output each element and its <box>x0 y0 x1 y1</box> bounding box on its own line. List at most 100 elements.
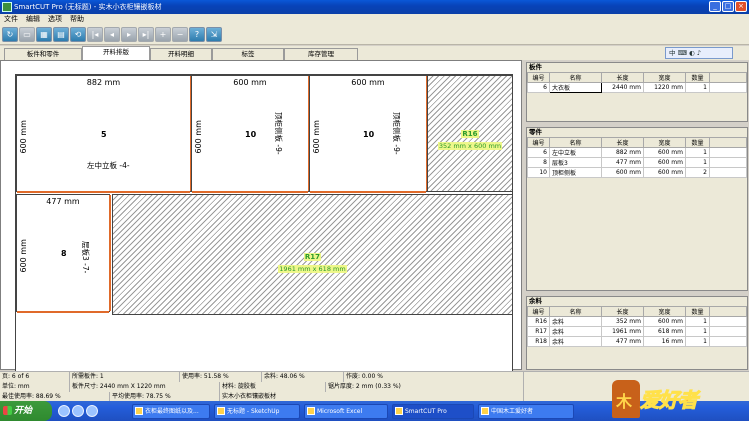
taskbar-item[interactable]: 衣柜最终图纸以及... <box>132 404 210 419</box>
taskbar-item[interactable]: 中国木工爱好者 <box>478 404 574 419</box>
toolbar: ↻ ▭ ▦ ▤ ⟲ |◂ ◂ ▸ ▸| + − ? ⇲ <box>0 25 749 45</box>
table-row[interactable]: R18 余料 477 mm 16 mm 1 <box>527 336 747 347</box>
part-width: 477 mm <box>46 197 80 206</box>
maximize-button[interactable]: □ <box>722 1 734 12</box>
table-row[interactable]: R17 余料 1961 mm 618 mm 1 <box>527 326 747 337</box>
col-header[interactable]: 宽度 <box>643 137 686 148</box>
boards-panel: 板件 编号 名称 长度 宽度 数量 6 大衣板 2440 mm 1220 mm … <box>526 62 748 122</box>
parts-panel: 零件 编号 名称 长度 宽度 数量 6 左中立板 882 mm 600 mm 1… <box>526 127 748 291</box>
menu-help[interactable]: 帮助 <box>70 14 84 25</box>
window-controls: _ □ × <box>709 1 747 12</box>
part-height: 600 mm <box>19 120 28 154</box>
part-name: 顶柜侧板 -9- <box>274 112 283 155</box>
add-icon[interactable]: + <box>155 27 171 42</box>
tab-labels[interactable]: 标签 <box>212 48 284 60</box>
undo-icon[interactable]: ⟲ <box>70 27 86 42</box>
status-usage: 使用率: 51.58 % <box>180 372 262 382</box>
col-header[interactable]: 编号 <box>527 137 550 148</box>
col-header[interactable]: 名称 <box>549 72 602 83</box>
status-blade: 锯片厚度: 2 mm (0.33 %) <box>326 382 524 392</box>
table-row[interactable]: 8 层板3 477 mm 600 mm 1 <box>527 157 747 168</box>
tab-strip: 板件和零件 开料排版 开料明细 标签 库存管理 中 ⌨ ◐ ♪ <box>0 46 749 60</box>
site-logo: 木 爱好者 <box>612 380 748 421</box>
layout-canvas[interactable]: 882 mm 600 mm 5 左中立板 -4- 600 mm 600 mm 1… <box>0 60 522 376</box>
new-icon[interactable]: ↻ <box>2 27 18 42</box>
col-header[interactable]: 名称 <box>549 306 602 317</box>
tab-inventory[interactable]: 库存管理 <box>284 48 358 60</box>
board-sheet: 882 mm 600 mm 5 左中立板 -4- 600 mm 600 mm 1… <box>15 74 513 376</box>
remnant-label: R17 <box>303 253 322 261</box>
language-bar[interactable]: 中 ⌨ ◐ ♪ <box>665 47 733 59</box>
tab-layout[interactable]: 开料排版 <box>82 46 150 60</box>
remnant-area[interactable]: R17 1961 mm x 618 mm <box>112 194 513 315</box>
status-page: 页: 6 of 6 <box>0 372 70 382</box>
table-row[interactable]: 6 左中立板 882 mm 600 mm 1 <box>527 147 747 158</box>
print-icon[interactable]: ▤ <box>53 27 69 42</box>
col-header[interactable]: 宽度 <box>643 72 686 83</box>
status-material: 材料: 旋胶板 <box>220 382 326 392</box>
windows-flag-icon <box>3 406 12 415</box>
exit-icon[interactable]: ⇲ <box>206 27 222 42</box>
part-piece[interactable]: 600 mm 600 mm 10 顶柜侧板 -9- <box>191 75 310 193</box>
part-height: 600 mm <box>312 120 321 154</box>
part-number: 10 <box>363 130 375 139</box>
first-icon[interactable]: |◂ <box>87 27 103 42</box>
part-name: 顶柜侧板 -9- <box>392 112 401 155</box>
browser-icon[interactable] <box>58 405 70 417</box>
col-header[interactable]: 数量 <box>685 72 710 83</box>
table-row[interactable]: 10 顶柜侧板 600 mm 600 mm 2 <box>527 167 747 178</box>
col-header[interactable]: 长度 <box>601 72 644 83</box>
close-button[interactable]: × <box>735 1 747 12</box>
part-piece[interactable]: 600 mm 600 mm 10 顶柜侧板 -9- <box>309 75 428 193</box>
start-label: 开始 <box>14 406 33 416</box>
part-name: 层板3 -7- <box>81 241 90 274</box>
tab-boards-parts[interactable]: 板件和零件 <box>4 48 82 60</box>
col-header[interactable]: 编号 <box>527 72 550 83</box>
menu-edit[interactable]: 编辑 <box>26 14 40 25</box>
help-icon[interactable]: ? <box>189 27 205 42</box>
table-row[interactable]: R16 余料 352 mm 600 mm 1 <box>527 316 747 327</box>
open-icon[interactable]: ▭ <box>19 27 35 42</box>
col-header[interactable]: 名称 <box>549 137 602 148</box>
app-icon[interactable] <box>2 2 12 12</box>
prev-icon[interactable]: ◂ <box>104 27 120 42</box>
col-header[interactable]: 长度 <box>601 137 644 148</box>
status-board-size: 板件尺寸: 2440 mm X 1220 mm <box>70 382 220 392</box>
remnant-label: R16 <box>461 130 479 138</box>
save-icon[interactable]: ▦ <box>36 27 52 42</box>
taskbar-item[interactable]: 无标题 - SketchUp <box>214 404 300 419</box>
title-bar: SmartCUT Pro (无标题) - 实木小衣柜镶嵌板材 _ □ × <box>0 0 749 14</box>
table-row[interactable]: 6 大衣板 2440 mm 1220 mm 1 <box>527 82 747 93</box>
col-header[interactable]: 长度 <box>601 306 644 317</box>
remnant-area[interactable]: R16 352 mm x 600 mm <box>427 75 513 192</box>
taskbar-item[interactable]: Microsoft Excel <box>304 404 388 419</box>
col-header[interactable]: 数量 <box>685 306 710 317</box>
remnants-panel: 余料 编号 名称 长度 宽度 数量 R16 余料 352 mm 600 mm 1… <box>526 296 748 370</box>
col-header[interactable]: 编号 <box>527 306 550 317</box>
mascot-icon: 木 <box>612 380 640 418</box>
col-header[interactable]: 宽度 <box>643 306 686 317</box>
part-piece[interactable]: 882 mm 600 mm 5 左中立板 -4- <box>16 75 192 193</box>
status-remnant: 余料: 48.06 % <box>262 372 344 382</box>
remnants-panel-title: 余料 <box>527 297 747 306</box>
taskbar-item[interactable]: SmartCUT Pro <box>392 404 474 419</box>
tab-cut-details[interactable]: 开料明细 <box>150 48 212 60</box>
remove-icon[interactable]: − <box>172 27 188 42</box>
next-icon[interactable]: ▸ <box>121 27 137 42</box>
status-scrap: 作废: 0.00 % <box>344 372 524 382</box>
parts-panel-title: 零件 <box>527 128 747 137</box>
part-piece[interactable]: 477 mm 600 mm 8 层板3 -7- <box>16 194 111 313</box>
menu-options[interactable]: 选项 <box>48 14 62 25</box>
remnant-size: 1961 mm x 618 mm <box>278 265 347 273</box>
status-unit: 单位: mm <box>0 382 70 392</box>
menu-file[interactable]: 文件 <box>4 14 18 25</box>
desktop-icon[interactable] <box>86 405 98 417</box>
start-button[interactable]: 开始 <box>0 401 52 421</box>
parts-table: 编号 名称 长度 宽度 数量 6 左中立板 882 mm 600 mm 1 8 … <box>527 137 747 178</box>
col-header[interactable]: 数量 <box>685 137 710 148</box>
part-name: 左中立板 -4- <box>87 161 130 170</box>
last-icon[interactable]: ▸| <box>138 27 154 42</box>
menu-bar: 文件 编辑 选项 帮助 <box>0 14 749 25</box>
app-shortcut-icon[interactable] <box>72 405 84 417</box>
minimize-button[interactable]: _ <box>709 1 721 12</box>
